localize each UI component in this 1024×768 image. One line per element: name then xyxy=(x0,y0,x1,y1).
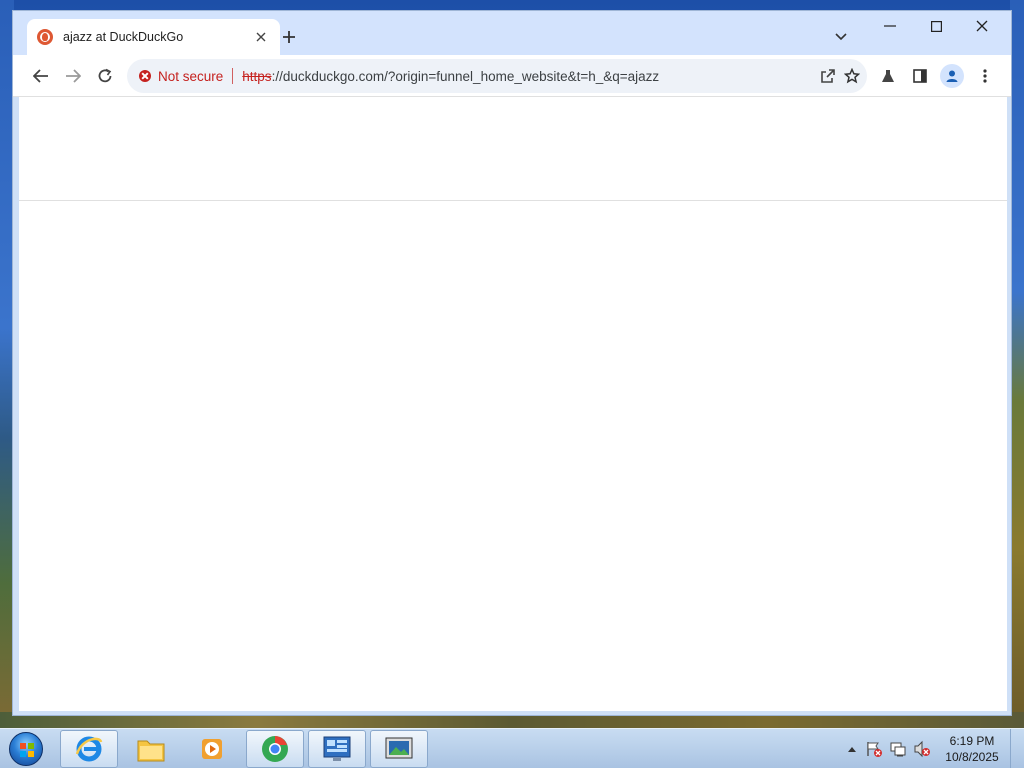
profile-button[interactable] xyxy=(940,64,964,88)
taskbar-file-explorer[interactable] xyxy=(122,730,180,768)
back-button[interactable] xyxy=(26,61,56,91)
action-center-flag[interactable] xyxy=(864,739,884,759)
share-button[interactable] xyxy=(817,65,839,87)
labs-flask-icon xyxy=(882,70,894,82)
screen-app-icon xyxy=(385,737,413,759)
volume-control[interactable] xyxy=(912,739,932,759)
taskbar-browser[interactable] xyxy=(246,730,304,768)
security-label[interactable]: Not secure xyxy=(158,69,223,84)
title-bar: ajazz at DuckDuckGo xyxy=(13,11,1011,55)
browser-toolbar: Not secure https://duckduckgo.com/?origi… xyxy=(13,55,1011,97)
tab-title: ajazz at DuckDuckGo xyxy=(63,30,184,44)
internet-explorer-icon xyxy=(75,736,103,762)
taskbar-screen-app[interactable] xyxy=(370,730,428,768)
address-bar[interactable]: Not secure https://duckduckgo.com/?origi… xyxy=(127,59,867,93)
bookmark-button[interactable] xyxy=(841,65,863,87)
duckduckgo-icon xyxy=(37,29,53,45)
network-error-icon xyxy=(867,742,882,757)
taskbar-internet-explorer[interactable] xyxy=(60,730,118,768)
tab-search-button[interactable] xyxy=(829,25,853,49)
back-icon xyxy=(33,69,48,83)
control-panel-icon xyxy=(323,736,351,761)
omnibox-separator xyxy=(232,68,234,84)
file-explorer-icon xyxy=(137,740,165,762)
maximize-icon xyxy=(930,20,942,32)
taskbar-media-player[interactable] xyxy=(184,730,242,768)
browser-app-icon xyxy=(262,736,288,762)
forward-button[interactable] xyxy=(58,61,88,91)
chevron-down-icon xyxy=(835,33,847,41)
bookmark-star-icon xyxy=(844,68,860,84)
desktop-background-right xyxy=(1010,0,1024,730)
start-button[interactable] xyxy=(6,730,46,768)
page-header-divider xyxy=(19,200,1007,201)
menu-icon xyxy=(983,69,987,83)
page-content xyxy=(19,97,1007,711)
system-tray: 6:19 PM 10/8/2025 xyxy=(840,729,1020,768)
tab-close-button[interactable] xyxy=(252,28,270,46)
reload-button[interactable] xyxy=(90,61,120,91)
close-window-button[interactable] xyxy=(959,11,1005,41)
close-icon xyxy=(256,32,266,42)
clock-time: 6:19 PM xyxy=(949,734,995,748)
labs-button[interactable] xyxy=(876,64,900,88)
taskbar-control-panel[interactable] xyxy=(308,730,366,768)
not-secure-icon[interactable] xyxy=(139,70,151,82)
forward-icon xyxy=(66,69,81,83)
browser-window: ajazz at DuckDuckGo Not secure https://… xyxy=(12,10,1012,716)
plus-icon xyxy=(283,31,295,43)
minimize-button[interactable] xyxy=(867,11,913,41)
network-icon xyxy=(890,742,906,757)
url-text: ://duckduckgo.com/?origin=funnel_home_we… xyxy=(271,68,660,84)
menu-button[interactable] xyxy=(973,64,997,88)
system-clock[interactable]: 6:19 PM 10/8/2025 xyxy=(940,733,1004,765)
maximize-button[interactable] xyxy=(913,11,959,41)
windows-logo-icon xyxy=(9,732,43,766)
clock-date: 10/8/2025 xyxy=(945,750,999,764)
media-player-icon xyxy=(202,739,222,759)
show-hidden-icons-button[interactable] xyxy=(842,739,862,759)
url-scheme: https xyxy=(242,68,272,84)
share-icon xyxy=(821,69,835,83)
tab-active[interactable]: ajazz at DuckDuckGo xyxy=(27,19,280,55)
network-status[interactable] xyxy=(888,739,908,759)
show-desktop-button[interactable] xyxy=(1010,729,1024,768)
side-panel-icon xyxy=(913,69,927,83)
new-tab-button[interactable] xyxy=(277,25,301,49)
profile-icon xyxy=(946,70,958,82)
close-icon xyxy=(976,20,988,32)
minimize-icon xyxy=(884,25,896,27)
side-panel-button[interactable] xyxy=(908,64,932,88)
chevron-up-icon xyxy=(848,747,856,752)
volume-muted-icon xyxy=(914,740,930,758)
taskbar: 6:19 PM 10/8/2025 xyxy=(0,728,1024,768)
reload-icon xyxy=(98,68,112,83)
